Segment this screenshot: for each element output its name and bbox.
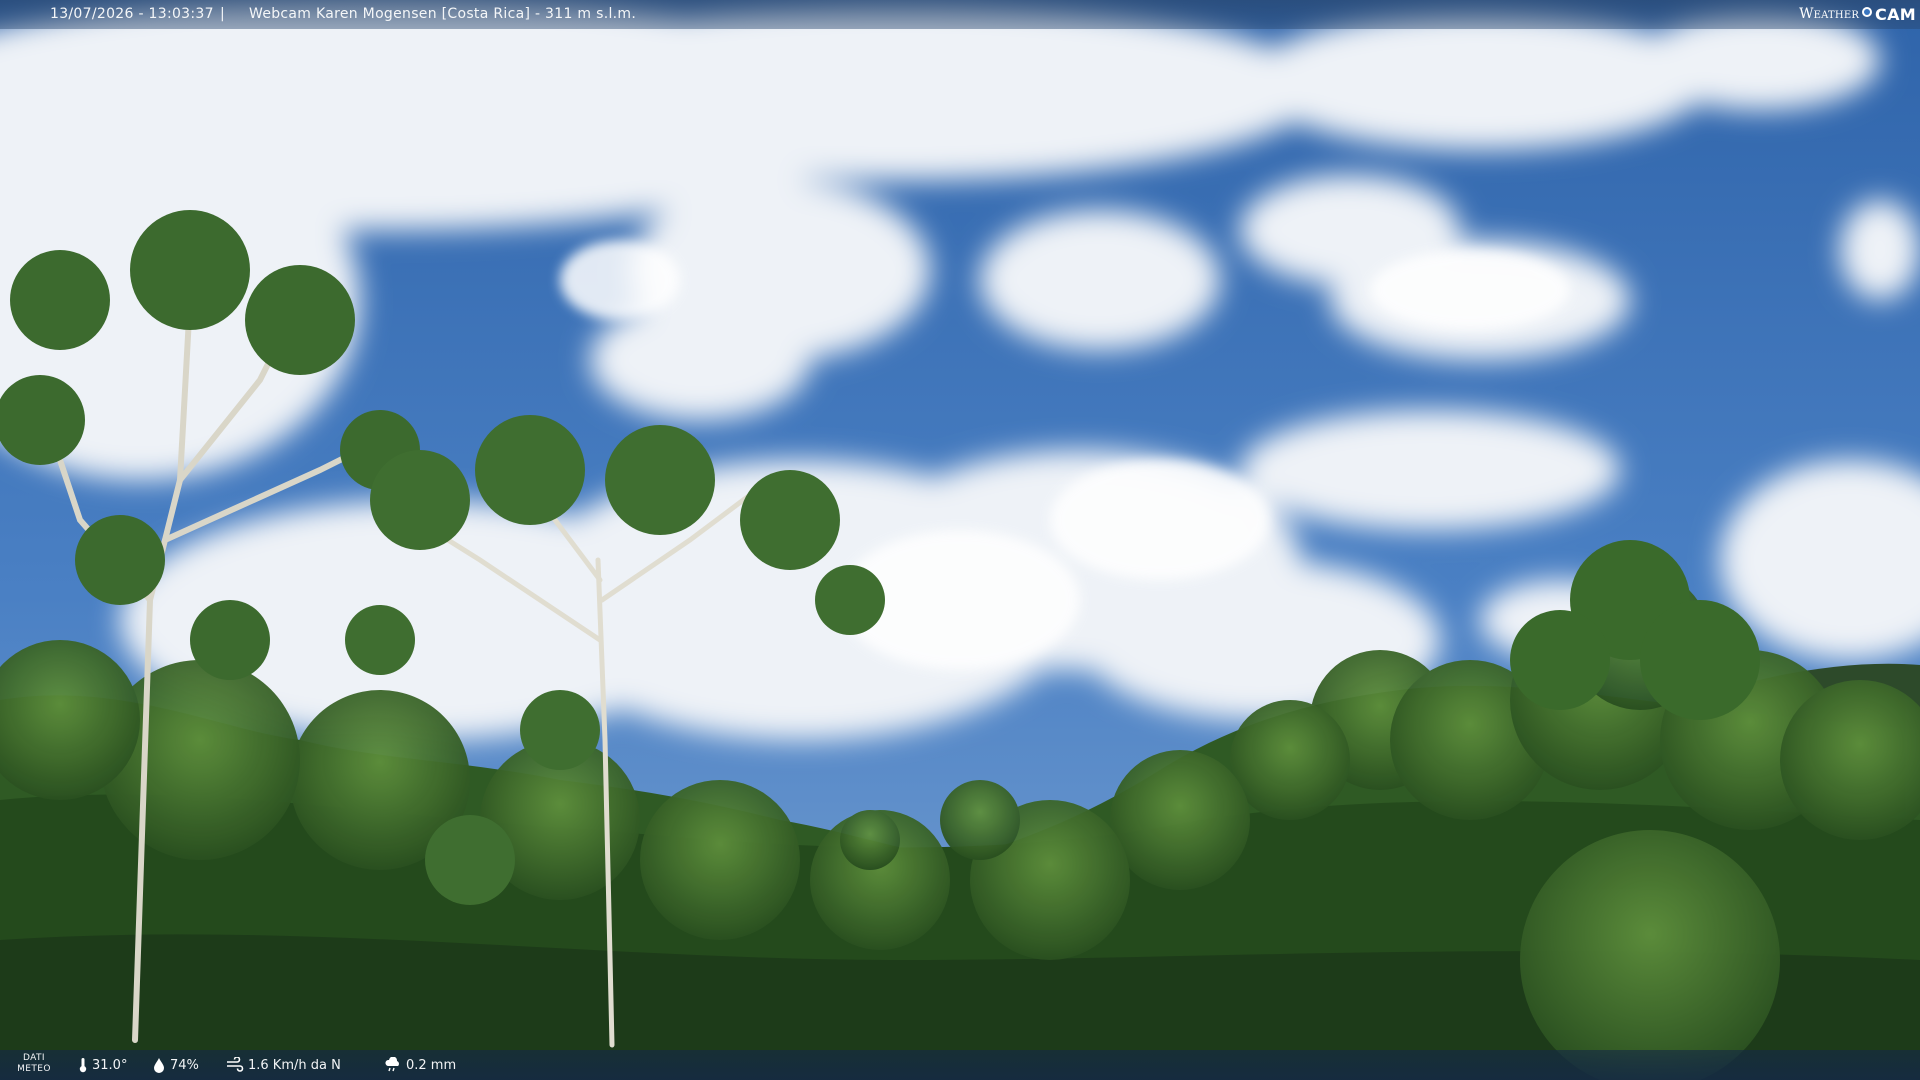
weather-section-label: DATI METEO (17, 1053, 51, 1074)
webcam-frame: 13/07/2026 - 13:03:37 | Webcam Karen Mog… (0, 0, 1920, 1080)
globe-dot-icon (1861, 6, 1873, 22)
overlay-header: 13/07/2026 - 13:03:37 | Webcam Karen Mog… (0, 0, 1920, 29)
rain-cloud-icon (385, 1057, 399, 1072)
brand-weather: Weather (1799, 6, 1860, 22)
wind-icon (227, 1057, 244, 1072)
brand-logo: Weather CAM (1799, 3, 1916, 25)
humidity-reading: 74% (152, 1057, 199, 1073)
timestamp: 13/07/2026 - 13:03:37 (50, 6, 214, 22)
thermometer-icon (79, 1058, 87, 1073)
temperature-reading: 31.0° (78, 1057, 127, 1073)
header-separator: | (220, 6, 226, 22)
webcam-image (0, 0, 1920, 1080)
drop-icon (154, 1058, 164, 1073)
weather-bar: DATI METEO 31.0° 74% 1.6 Km/h da N 0.2 m… (0, 1050, 1920, 1080)
rain-reading: 0.2 mm (384, 1057, 456, 1073)
brand-cam: CAM (1875, 4, 1916, 24)
camera-label: Webcam Karen Mogensen [Costa Rica] - 311… (249, 6, 637, 22)
wind-reading: 1.6 Km/h da N (226, 1057, 341, 1073)
